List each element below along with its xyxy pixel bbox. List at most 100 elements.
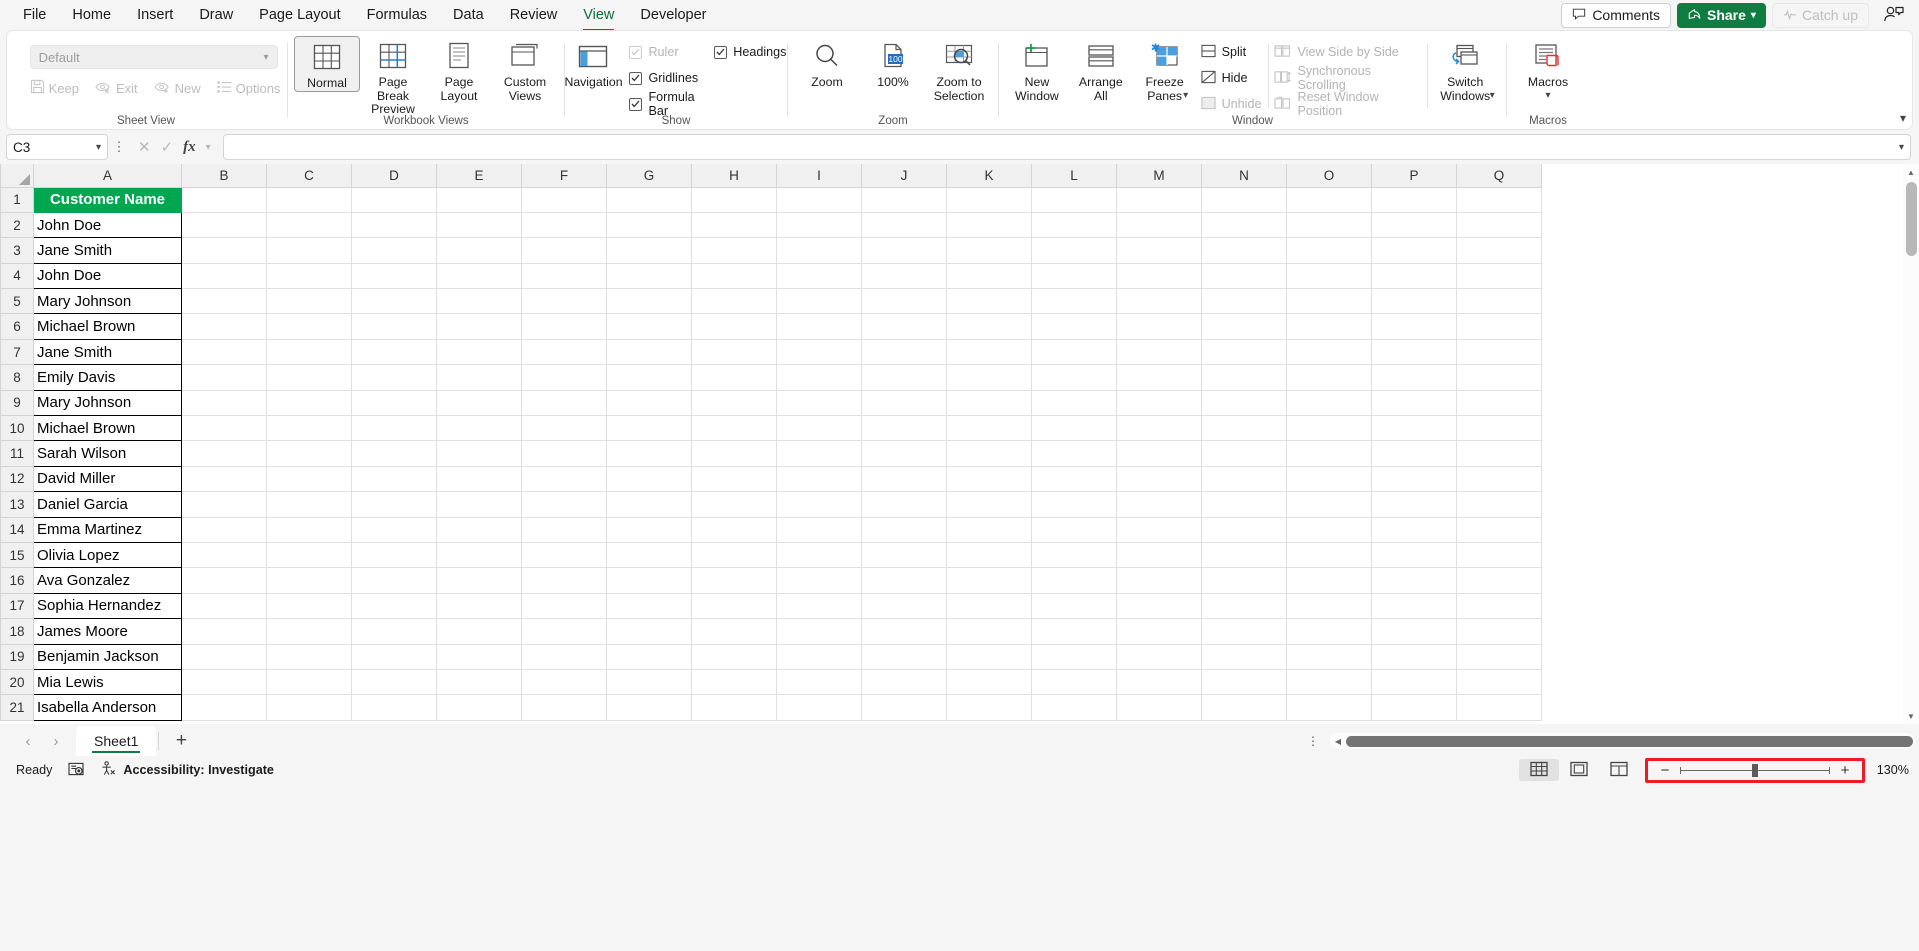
cell-J4[interactable] [861, 263, 947, 290]
cell-P14[interactable] [1371, 517, 1457, 543]
record-macro-button[interactable] [60, 762, 92, 779]
previous-sheet-icon[interactable]: ‹ [14, 733, 42, 750]
cell-J6[interactable] [861, 313, 947, 340]
cell-A11[interactable]: Sarah Wilson [33, 440, 182, 467]
hide-button[interactable]: Hide [1197, 65, 1266, 91]
ribbon-tab-view[interactable]: View [570, 3, 627, 31]
cell-E3[interactable] [436, 237, 522, 264]
formula-input[interactable]: ▾ [222, 134, 1911, 160]
cell-O16[interactable] [1286, 567, 1372, 594]
cell-B11[interactable] [181, 440, 267, 467]
cell-J7[interactable] [861, 339, 947, 366]
cell-J9[interactable] [861, 390, 947, 417]
cell-B1[interactable] [181, 187, 267, 213]
cell-M7[interactable] [1116, 339, 1202, 366]
switch-windows-button[interactable]: Switch Windows ▾ [1430, 36, 1500, 102]
cell-J5[interactable] [861, 288, 947, 315]
cell-J1[interactable] [861, 187, 947, 213]
cell-L19[interactable] [1031, 644, 1117, 670]
cell-N4[interactable] [1201, 263, 1287, 290]
cell-E20[interactable] [436, 669, 522, 696]
cell-I1[interactable] [776, 187, 862, 213]
cell-N16[interactable] [1201, 567, 1287, 594]
cell-C11[interactable] [266, 440, 352, 467]
collapse-ribbon-icon[interactable]: ▾ [1900, 111, 1906, 125]
cell-E18[interactable] [436, 618, 522, 645]
cell-A14[interactable]: Emma Martinez [33, 516, 182, 543]
column-header-A[interactable]: A [33, 164, 182, 188]
cell-H3[interactable] [691, 237, 777, 264]
cell-G10[interactable] [606, 415, 692, 442]
cell-K15[interactable] [946, 542, 1032, 569]
cell-D12[interactable] [351, 466, 437, 493]
row-header-1[interactable]: 1 [0, 186, 34, 213]
page-break-preview-status-button[interactable] [1599, 759, 1639, 781]
cell-A9[interactable]: Mary Johnson [33, 389, 182, 417]
horizontal-scroll-thumb[interactable] [1346, 735, 1913, 747]
cell-C16[interactable] [266, 567, 352, 594]
cell-Q8[interactable] [1456, 364, 1542, 391]
cell-G21[interactable] [606, 694, 692, 721]
cell-H7[interactable] [691, 339, 777, 366]
cell-M19[interactable] [1116, 644, 1202, 670]
cell-C2[interactable] [266, 212, 352, 239]
cell-I3[interactable] [776, 237, 862, 264]
cell-E9[interactable] [436, 390, 522, 417]
cell-P4[interactable] [1371, 263, 1457, 290]
cell-I7[interactable] [776, 339, 862, 366]
cell-H18[interactable] [691, 618, 777, 645]
cell-F12[interactable] [521, 466, 607, 493]
cell-N20[interactable] [1201, 669, 1287, 696]
cell-O6[interactable] [1286, 313, 1372, 340]
freeze-panes-button[interactable]: Freeze Panes ▾ [1133, 36, 1197, 102]
cell-D6[interactable] [351, 313, 437, 340]
row-header-17[interactable]: 17 [0, 592, 34, 620]
cell-A10[interactable]: Michael Brown [33, 415, 182, 442]
cell-C7[interactable] [266, 339, 352, 366]
cell-F17[interactable] [521, 593, 607, 620]
cell-I13[interactable] [776, 491, 862, 518]
cell-D1[interactable] [351, 187, 437, 213]
cell-M18[interactable] [1116, 618, 1202, 645]
sheet-tab-sheet1[interactable]: Sheet1 [76, 726, 157, 756]
cell-D3[interactable] [351, 237, 437, 264]
cell-N18[interactable] [1201, 618, 1287, 645]
cell-Q12[interactable] [1456, 466, 1542, 493]
column-header-C[interactable]: C [266, 164, 352, 188]
cell-D7[interactable] [351, 339, 437, 366]
cell-M16[interactable] [1116, 567, 1202, 594]
cell-G9[interactable] [606, 390, 692, 417]
scroll-up-arrow-icon[interactable]: ▲ [1903, 164, 1919, 180]
cell-Q21[interactable] [1456, 694, 1542, 721]
cell-C5[interactable] [266, 288, 352, 315]
cell-J12[interactable] [861, 466, 947, 493]
column-header-P[interactable]: P [1371, 164, 1457, 188]
cell-H20[interactable] [691, 669, 777, 696]
cell-N9[interactable] [1201, 390, 1287, 417]
cell-Q1[interactable] [1456, 187, 1542, 213]
cell-E11[interactable] [436, 440, 522, 467]
cell-P5[interactable] [1371, 288, 1457, 315]
cell-C15[interactable] [266, 542, 352, 569]
cell-I14[interactable] [776, 517, 862, 543]
row-header-2[interactable]: 2 [0, 211, 34, 239]
cell-F21[interactable] [521, 694, 607, 721]
zoom-button[interactable]: Zoom [794, 36, 860, 90]
cell-P19[interactable] [1371, 644, 1457, 670]
cell-B13[interactable] [181, 491, 267, 518]
cell-B20[interactable] [181, 669, 267, 696]
zoom-100-button[interactable]: 100 100% [860, 36, 926, 90]
cell-J17[interactable] [861, 593, 947, 620]
cell-K20[interactable] [946, 669, 1032, 696]
cell-B4[interactable] [181, 263, 267, 290]
cell-F15[interactable] [521, 542, 607, 569]
cell-P8[interactable] [1371, 364, 1457, 391]
cell-L3[interactable] [1031, 237, 1117, 264]
column-header-D[interactable]: D [351, 164, 437, 188]
vertical-scroll-thumb[interactable] [1905, 182, 1917, 256]
cell-D10[interactable] [351, 415, 437, 442]
cell-M9[interactable] [1116, 390, 1202, 417]
cell-M21[interactable] [1116, 694, 1202, 721]
formula-bar-checkbox-row[interactable]: Formula Bar [625, 90, 710, 118]
cell-G4[interactable] [606, 263, 692, 290]
